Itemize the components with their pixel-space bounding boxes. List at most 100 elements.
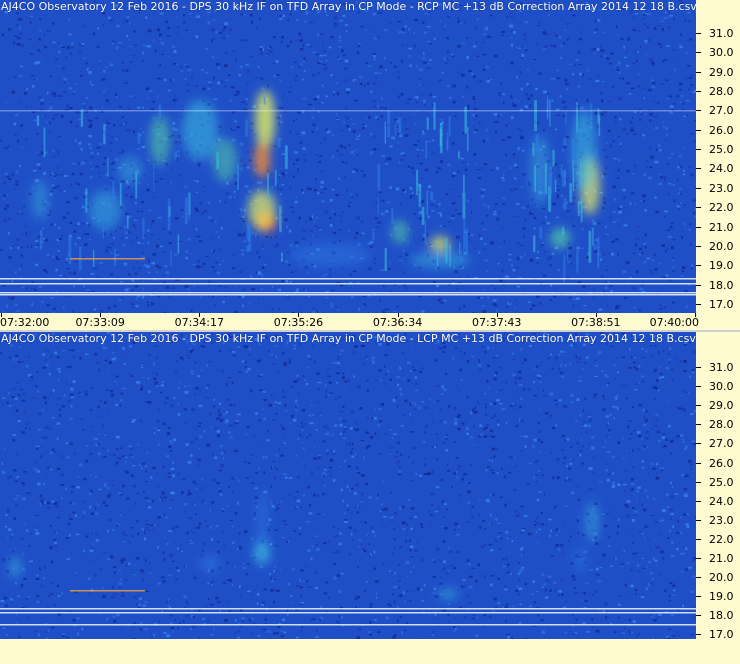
rcp-spectrogram-plot: AJ4CO Observatory 12 Feb 2016 - DPS 30 k… xyxy=(0,0,696,313)
y-tick-text: 31.0 xyxy=(709,27,734,40)
lcp-spectrogram-panel: AJ4CO Observatory 12 Feb 2016 - DPS 30 k… xyxy=(0,332,740,664)
y-tick-mark xyxy=(696,110,701,112)
x-tick-text: 07:40:00 xyxy=(649,316,699,329)
y-tick-mark xyxy=(696,424,701,426)
y-tick-text: 26.0 xyxy=(709,123,734,137)
y-tick-mark xyxy=(696,519,701,521)
rfi-line xyxy=(0,608,696,610)
y-tick-text: 29.0 xyxy=(709,399,734,413)
lcp-spectrogram-image xyxy=(0,332,696,639)
y-tick-label: 17.0 xyxy=(696,298,740,312)
y-tick-label: 30.0 xyxy=(696,380,740,394)
rcp-spectrogram-image xyxy=(0,0,696,313)
y-tick-label: 27.0 xyxy=(696,437,740,451)
x-tick-text: 07:37:43 xyxy=(472,316,522,329)
y-tick-label: 21.0 xyxy=(696,552,740,566)
y-tick-mark xyxy=(696,558,701,559)
y-tick-mark xyxy=(696,129,701,131)
x-tick-text: 07:35:26 xyxy=(273,316,324,329)
y-tick-text: 22.0 xyxy=(709,532,734,546)
y-tick-mark xyxy=(696,187,701,189)
y-tick-mark xyxy=(696,33,701,34)
y-tick-label: 19.0 xyxy=(696,590,740,604)
y-tick-label: 22.0 xyxy=(696,533,740,547)
y-tick-label: 25.0 xyxy=(696,476,740,490)
y-tick-text: 30.0 xyxy=(709,46,734,60)
rcp-spectrogram-panel: AJ4CO Observatory 12 Feb 2016 - DPS 30 k… xyxy=(0,0,740,330)
y-tick-mark xyxy=(696,538,701,540)
y-tick-text: 31.0 xyxy=(709,361,734,374)
y-tick-mark xyxy=(696,615,701,617)
spectrogram-background xyxy=(0,332,696,639)
x-tick-text: 07:32:00 xyxy=(0,316,50,329)
y-tick-label: 22.0 xyxy=(696,201,740,215)
y-tick-mark xyxy=(696,386,701,388)
y-tick-mark xyxy=(696,462,701,464)
y-tick-mark xyxy=(696,226,701,228)
y-tick-mark xyxy=(696,367,701,368)
y-tick-text: 27.0 xyxy=(709,104,734,118)
y-tick-label: 27.0 xyxy=(696,104,740,118)
y-tick-label: 21.0 xyxy=(696,221,740,235)
rfi-line xyxy=(0,624,696,626)
y-tick-label: 26.0 xyxy=(696,124,740,138)
rfi-line xyxy=(0,294,696,296)
y-tick-label: 19.0 xyxy=(696,259,740,273)
y-tick-label: 24.0 xyxy=(696,162,740,176)
y-tick-text: 17.0 xyxy=(709,297,734,311)
y-tick-text: 25.0 xyxy=(709,475,734,489)
y-tick-mark xyxy=(696,207,701,209)
lcp-spectrogram-plot: AJ4CO Observatory 12 Feb 2016 - DPS 30 k… xyxy=(0,332,696,639)
marker-line xyxy=(70,258,145,260)
lcp-time-axis xyxy=(0,639,740,664)
y-tick-text: 28.0 xyxy=(709,418,734,432)
y-tick-text: 23.0 xyxy=(709,513,734,527)
y-tick-text: 19.0 xyxy=(709,590,734,604)
y-tick-text: 29.0 xyxy=(709,65,734,79)
y-tick-label: 20.0 xyxy=(696,571,740,585)
rcp-frequency-axis: 31.0 30.0 29.0 28.0 27.0 26.0 25.0 24.0 23.0 22.0… xyxy=(696,0,740,313)
y-tick-label: 23.0 xyxy=(696,514,740,528)
rfi-line xyxy=(0,110,696,112)
y-tick-text: 27.0 xyxy=(709,437,734,451)
y-tick-mark xyxy=(696,634,701,636)
marker-line xyxy=(70,590,145,592)
lcp-frequency-axis: 31.0 30.0 29.0 28.0 27.0 26.0 25.0 24.0 23.0 22.0… xyxy=(696,332,740,641)
y-tick-label: 18.0 xyxy=(696,279,740,293)
y-tick-text: 18.0 xyxy=(709,609,734,623)
y-tick-mark xyxy=(696,481,701,483)
y-tick-text: 22.0 xyxy=(709,201,734,215)
rcp-chart-title: AJ4CO Observatory 12 Feb 2016 - DPS 30 k… xyxy=(1,0,696,13)
rfi-line xyxy=(0,612,696,614)
y-tick-mark xyxy=(696,245,701,247)
y-tick-label: 28.0 xyxy=(696,418,740,432)
y-tick-text: 30.0 xyxy=(709,380,734,394)
y-tick-text: 19.0 xyxy=(709,259,734,273)
y-tick-mark xyxy=(696,405,701,407)
y-tick-mark xyxy=(696,303,701,305)
y-tick-text: 25.0 xyxy=(709,143,734,157)
y-tick-mark xyxy=(696,149,701,151)
y-tick-text: 24.0 xyxy=(709,162,734,176)
y-tick-text: 26.0 xyxy=(709,456,734,470)
y-tick-label: 24.0 xyxy=(696,495,740,509)
lcp-chart-title: AJ4CO Observatory 12 Feb 2016 - DPS 30 k… xyxy=(1,332,696,345)
y-tick-mark xyxy=(696,577,701,579)
y-tick-label: 31.0 xyxy=(696,361,740,375)
y-tick-mark xyxy=(696,71,701,73)
y-tick-label: 29.0 xyxy=(696,399,740,413)
y-tick-mark xyxy=(696,500,701,502)
y-tick-text: 21.0 xyxy=(709,220,734,234)
y-tick-label: 23.0 xyxy=(696,182,740,196)
x-tick-text: 07:36:34 xyxy=(372,316,423,329)
y-tick-label: 28.0 xyxy=(696,85,740,99)
y-tick-mark xyxy=(696,168,701,170)
y-tick-text: 20.0 xyxy=(709,239,734,253)
x-tick-text: 07:33:09 xyxy=(75,316,125,329)
rfi-line xyxy=(0,278,696,280)
y-tick-text: 21.0 xyxy=(709,552,734,565)
y-tick-label: 18.0 xyxy=(696,609,740,623)
y-tick-text: 18.0 xyxy=(709,278,734,292)
y-tick-mark xyxy=(696,443,701,445)
y-tick-mark xyxy=(696,284,701,286)
